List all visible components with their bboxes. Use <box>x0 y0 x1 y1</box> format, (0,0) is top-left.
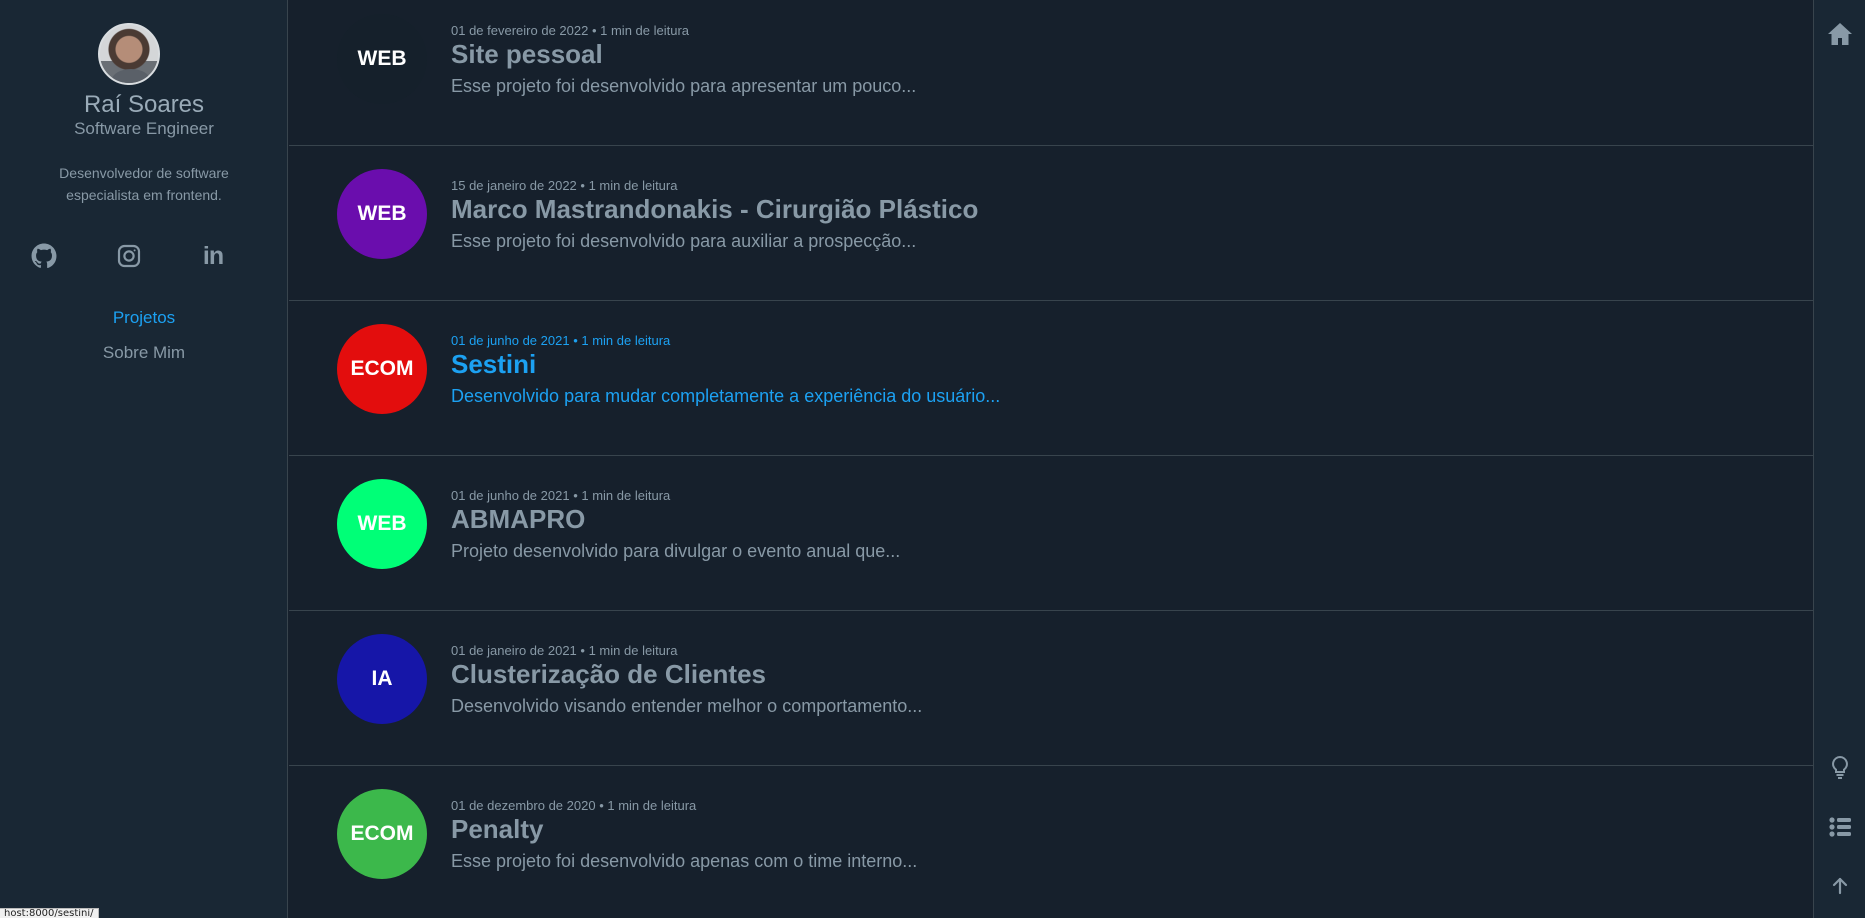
github-icon <box>31 243 57 268</box>
project-description: Desenvolvido visando entender melhor o c… <box>451 696 923 716</box>
project-title[interactable]: Marco Mastrandonakis - Cirurgião Plástic… <box>451 194 978 225</box>
theme-toggle-button[interactable] <box>1814 751 1865 783</box>
project-meta: 01 de fevereiro de 2022 • 1 min de leitu… <box>451 23 690 38</box>
nav-about[interactable]: Sobre Mim <box>0 343 288 363</box>
project-title[interactable]: Clusterização de Clientes <box>451 659 766 690</box>
project-description: Esse projeto foi desenvolvido apenas com… <box>451 851 918 871</box>
category-badge: IA <box>337 634 427 724</box>
category-badge: WEB <box>337 14 427 104</box>
profile-role: Software Engineer <box>74 119 214 138</box>
project-meta: 01 de junho de 2021 • 1 min de leitura <box>451 333 671 348</box>
project-title[interactable]: Sestini <box>451 349 536 380</box>
project-list: WEB 01 de fevereiro de 2022 • 1 min de l… <box>289 0 1813 918</box>
page: Raí Soares Software Engineer Desenvolved… <box>0 0 1865 918</box>
arrow-up-icon <box>1832 877 1848 895</box>
project-description: Desenvolvido para mudar completamente a … <box>451 386 1001 406</box>
category-badge: ECOM <box>337 324 427 414</box>
project-meta: 01 de janeiro de 2021 • 1 min de leitura <box>451 643 678 658</box>
profile-name: Raí Soares <box>83 91 205 118</box>
project-title[interactable]: Penalty <box>451 814 544 845</box>
category-badge: ECOM <box>337 789 427 879</box>
profile-sidebar: Raí Soares Software Engineer Desenvolved… <box>0 0 288 918</box>
home-button[interactable] <box>1814 18 1865 50</box>
nav-projects[interactable]: Projetos <box>0 308 288 328</box>
instagram-link[interactable] <box>114 241 144 271</box>
home-icon <box>1828 23 1852 45</box>
project-item[interactable]: WEB 01 de junho de 2021 • 1 min de leitu… <box>289 456 1813 611</box>
project-description: Esse projeto foi desenvolvido para apres… <box>451 76 917 96</box>
linkedin-icon: in <box>202 241 224 270</box>
status-bar-url: host:8000/sestini/ <box>0 908 99 918</box>
project-item[interactable]: WEB 01 de fevereiro de 2022 • 1 min de l… <box>289 0 1813 146</box>
linkedin-link[interactable]: in <box>198 241 228 271</box>
project-meta: 01 de dezembro de 2020 • 1 min de leitur… <box>451 798 697 813</box>
project-description: Projeto desenvolvido para divulgar o eve… <box>451 541 901 561</box>
github-link[interactable] <box>29 241 59 271</box>
scroll-top-button[interactable] <box>1814 870 1865 902</box>
project-item[interactable]: WEB 15 de janeiro de 2022 • 1 min de lei… <box>289 146 1813 301</box>
project-title[interactable]: Site pessoal <box>451 39 603 70</box>
list-icon <box>1829 817 1851 837</box>
project-title[interactable]: ABMAPRO <box>451 504 585 535</box>
project-description: Esse projeto foi desenvolvido para auxil… <box>451 231 917 251</box>
category-badge: WEB <box>337 169 427 259</box>
avatar[interactable] <box>98 23 160 85</box>
project-meta: 15 de janeiro de 2022 • 1 min de leitura <box>451 178 678 193</box>
project-item[interactable]: ECOM 01 de junho de 2021 • 1 min de leit… <box>289 301 1813 456</box>
list-view-button[interactable] <box>1814 811 1865 843</box>
right-toolbar <box>1813 0 1865 918</box>
instagram-icon <box>117 244 141 268</box>
project-meta: 01 de junho de 2021 • 1 min de leitura <box>451 488 671 503</box>
lightbulb-icon <box>1832 755 1848 779</box>
project-item[interactable]: IA 01 de janeiro de 2021 • 1 min de leit… <box>289 611 1813 766</box>
project-item[interactable]: ECOM 01 de dezembro de 2020 • 1 min de l… <box>289 766 1813 918</box>
profile-bio: Desenvolvedor de software especialista e… <box>59 165 229 203</box>
category-badge: WEB <box>337 479 427 569</box>
